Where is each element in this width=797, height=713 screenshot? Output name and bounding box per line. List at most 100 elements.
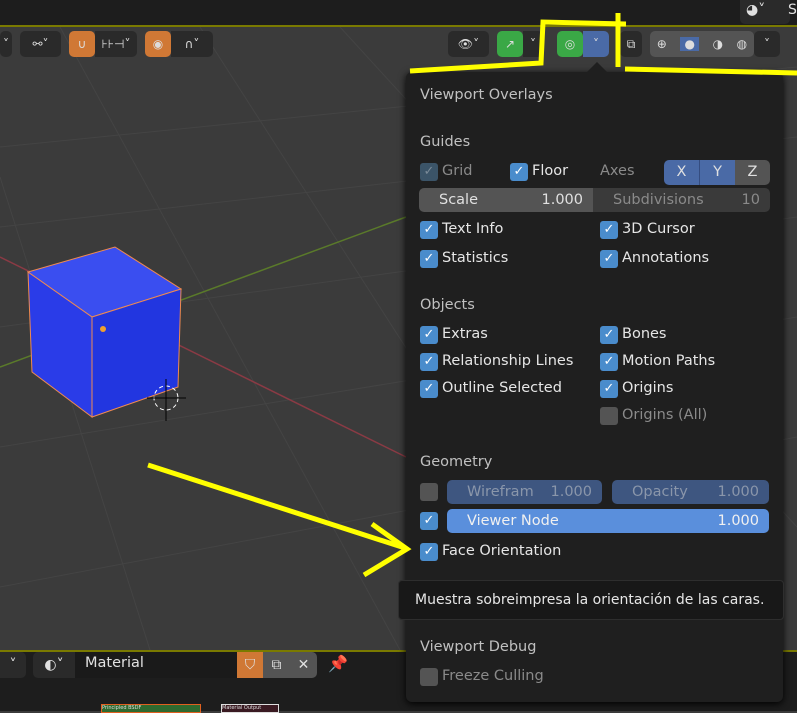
- viewer-node-value: 1.000: [717, 513, 759, 529]
- material-browse-button[interactable]: ◐˅: [33, 652, 75, 678]
- rendered-shading-icon[interactable]: ◍: [737, 37, 747, 51]
- statistics-label: Statistics: [442, 250, 509, 266]
- dropdown-button[interactable]: ˅: [0, 652, 26, 678]
- opacity-value: 1.000: [717, 484, 759, 500]
- popover-arrow: [587, 62, 607, 72]
- scale-field[interactable]: Scale 1.000: [419, 188, 593, 212]
- freeze-culling-checkbox[interactable]: [420, 668, 438, 686]
- xray-toggle[interactable]: ⧉: [620, 31, 642, 57]
- subdivisions-value: 10: [741, 192, 760, 208]
- wireframe-field[interactable]: Wirefram 1.000: [447, 480, 602, 504]
- proportional-edit-toggle[interactable]: ◉: [145, 31, 171, 57]
- pin-icon[interactable]: 📌: [328, 654, 348, 673]
- tooltip: Muestra sobreimpresa la orientación de l…: [398, 580, 784, 620]
- viewer-node-checkbox[interactable]: ✓: [420, 512, 438, 530]
- viewport-debug-heading: Viewport Debug: [420, 639, 537, 655]
- snap-target-button[interactable]: ⊦⊦⊣˅: [95, 31, 137, 57]
- falloff-curve-icon: ∩˅: [184, 37, 200, 51]
- overlays-icon: ◎: [564, 37, 576, 51]
- duplicate-material-button[interactable]: ⧉: [263, 652, 290, 678]
- bones-checkbox[interactable]: ✓: [600, 326, 618, 344]
- freeze-culling-label: Freeze Culling: [442, 668, 544, 684]
- wireframe-label: Wirefram: [467, 484, 534, 500]
- xray-icon: ⧉: [626, 36, 636, 51]
- face-orientation-label: Face Orientation: [442, 543, 562, 559]
- outline-selected-label: Outline Selected: [442, 380, 562, 396]
- 3d-cursor-checkbox[interactable]: ✓: [600, 221, 618, 239]
- gizmo-icon: ↗: [504, 37, 516, 51]
- text-info-label: Text Info: [442, 221, 504, 237]
- material-name-field[interactable]: Material: [75, 652, 237, 678]
- solid-shading-icon[interactable]: ●: [680, 37, 699, 51]
- snap-toggle[interactable]: ∪: [69, 31, 95, 57]
- outline-selected-checkbox[interactable]: ✓: [420, 380, 438, 398]
- extras-checkbox[interactable]: ✓: [420, 326, 438, 344]
- opacity-label: Opacity: [632, 484, 688, 500]
- subdivisions-label: Subdivisions: [613, 192, 704, 208]
- relationship-lines-checkbox[interactable]: ✓: [420, 353, 438, 371]
- principled-bsdf-node[interactable]: Principled BSDF: [101, 704, 201, 713]
- motion-paths-label: Motion Paths: [622, 353, 716, 369]
- shading-dropdown[interactable]: ˅: [754, 31, 780, 57]
- origin-dot: [100, 326, 106, 332]
- viewer-node-label: Viewer Node: [467, 513, 559, 529]
- shield-icon: ⛉: [244, 657, 256, 673]
- top-bar: ◕˅ S: [0, 0, 797, 27]
- bones-label: Bones: [622, 326, 667, 342]
- link-icon: ⚯˅: [32, 37, 49, 51]
- visibility-button[interactable]: 👁˅: [448, 31, 489, 57]
- origins-all-checkbox[interactable]: [600, 407, 618, 425]
- extras-label: Extras: [442, 326, 488, 342]
- magnet-icon: ∪: [77, 37, 87, 51]
- annotations-checkbox[interactable]: ✓: [600, 250, 618, 268]
- axis-z-toggle[interactable]: Z: [735, 160, 770, 185]
- overlays-toggle[interactable]: ◎: [557, 31, 583, 57]
- pivot-point-button[interactable]: ⚯˅: [20, 31, 61, 57]
- grid-checkbox[interactable]: ✓: [420, 163, 438, 181]
- 3d-cursor-label: 3D Cursor: [622, 221, 695, 237]
- popover-title: Viewport Overlays: [420, 87, 553, 103]
- axis-y-toggle[interactable]: Y: [700, 160, 735, 185]
- subdivisions-field[interactable]: Subdivisions 10: [593, 188, 770, 212]
- floor-checkbox[interactable]: ✓: [510, 163, 528, 181]
- axes-label: Axes: [600, 163, 635, 179]
- relationship-lines-label: Relationship Lines: [442, 353, 574, 369]
- motion-paths-checkbox[interactable]: ✓: [600, 353, 618, 371]
- gizmo-toggle[interactable]: ↗: [497, 31, 523, 57]
- floor-label: Floor: [532, 163, 569, 179]
- header-label: S: [788, 2, 797, 18]
- origins-checkbox[interactable]: ✓: [600, 380, 618, 398]
- unlink-material-button[interactable]: ✕: [290, 652, 317, 678]
- statistics-checkbox[interactable]: ✓: [420, 250, 438, 268]
- eye-icon: 👁˅: [457, 37, 480, 51]
- scale-value: 1.000: [541, 192, 583, 208]
- shading-mode-group[interactable]: ⊕ ● ◑ ◍: [650, 31, 754, 57]
- close-icon: ✕: [297, 657, 310, 673]
- annotations-label: Annotations: [622, 250, 710, 266]
- origins-label: Origins: [622, 380, 674, 396]
- viewer-node-field[interactable]: Viewer Node 1.000: [447, 509, 769, 533]
- text-info-checkbox[interactable]: ✓: [420, 221, 438, 239]
- axes-toggle-group: X Y Z: [664, 160, 770, 185]
- geometry-heading: Geometry: [420, 454, 493, 470]
- objects-heading: Objects: [420, 297, 475, 313]
- shading-icon: ◕˅: [746, 2, 766, 18]
- increment-icon: ⊦⊦⊣˅: [101, 37, 131, 51]
- falloff-button[interactable]: ∩˅: [171, 31, 213, 57]
- cube: [26, 246, 183, 418]
- wireframe-checkbox[interactable]: [420, 483, 438, 501]
- fake-user-button[interactable]: ⛉: [237, 652, 263, 678]
- origins-all-label: Origins (All): [622, 407, 708, 423]
- dropdown-button[interactable]: ˅: [0, 31, 12, 57]
- overlays-dropdown[interactable]: ˅: [583, 31, 609, 57]
- material-sphere-icon: ◐˅: [44, 657, 64, 673]
- opacity-field[interactable]: Opacity 1.000: [612, 480, 769, 504]
- axis-x-toggle[interactable]: X: [664, 160, 700, 185]
- gizmo-dropdown[interactable]: ˅: [523, 31, 543, 57]
- render-engine-button[interactable]: ◕˅: [740, 0, 790, 24]
- face-orientation-checkbox[interactable]: ✓: [420, 543, 438, 561]
- wireframe-value: 1.000: [550, 484, 592, 500]
- material-shading-icon[interactable]: ◑: [713, 37, 723, 51]
- material-output-node[interactable]: Material Output: [221, 704, 279, 713]
- wireframe-shading-icon[interactable]: ⊕: [657, 37, 667, 51]
